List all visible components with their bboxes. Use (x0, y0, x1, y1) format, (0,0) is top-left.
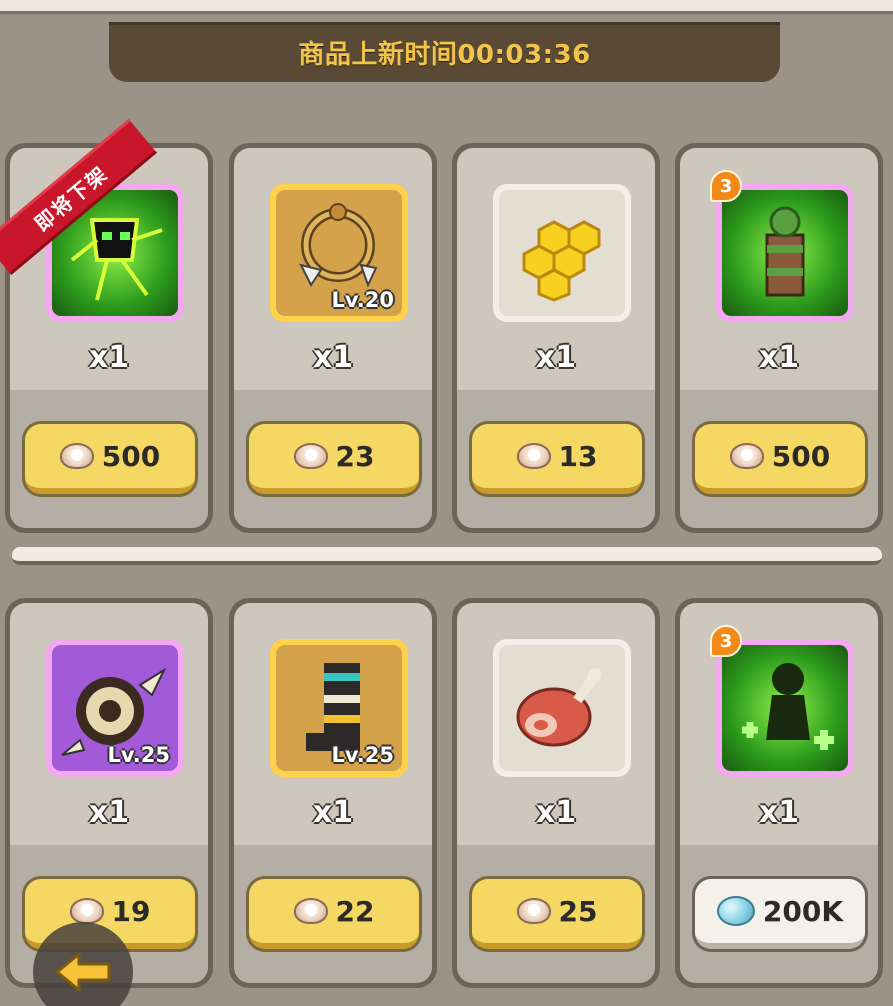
buy-button[interactable]: 500 (25, 424, 195, 494)
rank-badge: 3 (710, 625, 742, 657)
restock-timer-bar: 商品上新时间00:03:36 (109, 22, 780, 82)
shop-item-card-2[interactable]: Lv.20 x1 23 (229, 143, 437, 533)
shop-item-card-8[interactable]: x1 200K 3 (675, 598, 883, 988)
price-label: 22 (335, 894, 375, 928)
shop-item-card-4[interactable]: x1 500 3 (675, 143, 883, 533)
item-quantity: x1 (535, 795, 577, 830)
pearl-icon (516, 443, 551, 469)
gem-icon (716, 896, 755, 926)
shop-item-card-7[interactable]: x1 25 (452, 598, 660, 988)
item-quantity: x1 (758, 340, 800, 375)
rank-badge: 3 (710, 170, 742, 202)
item-icon-frame (493, 184, 631, 322)
price-label: 19 (111, 894, 151, 928)
item-level: Lv.25 (107, 743, 170, 767)
pearl-icon (516, 898, 551, 924)
price-label: 13 (558, 439, 598, 473)
item-quantity: x1 (88, 795, 130, 830)
pearl-icon (729, 443, 764, 469)
price-label: 200K (762, 894, 844, 928)
item-icon-frame: Lv.25 (46, 639, 184, 777)
item-quantity: x1 (312, 795, 354, 830)
item-icon-frame (716, 639, 854, 777)
item-quantity: x1 (758, 795, 800, 830)
item-level: Lv.25 (331, 743, 394, 767)
price-label: 23 (335, 439, 375, 473)
shop-item-card-6[interactable]: Lv.25 x1 22 (229, 598, 437, 988)
item-icon-frame: Lv.25 (270, 639, 408, 777)
price-label: 25 (558, 894, 598, 928)
striped-boots-icon: Lv.25 (276, 645, 402, 771)
buy-button[interactable]: 25 (472, 879, 642, 949)
forest-totem-skill-icon (722, 190, 848, 316)
item-quantity: x1 (312, 340, 354, 375)
heal-silhouette-skill-icon (722, 645, 848, 771)
shop-screen: 商品上新时间00:03:36 x1 500 即将下架 Lv.20 x1 23 x… (0, 0, 893, 1006)
buy-button[interactable]: 200K (695, 879, 865, 949)
shop-item-card-1[interactable]: x1 500 即将下架 (0, 119, 213, 533)
horned-ring-icon: Lv.25 (52, 645, 178, 771)
item-icon-frame: Lv.20 (270, 184, 408, 322)
pearl-icon (59, 443, 94, 469)
pearl-icon (293, 443, 328, 469)
shelf-divider (12, 547, 882, 565)
restock-timer-text: 商品上新时间00:03:36 (298, 39, 591, 70)
shop-item-card-3[interactable]: x1 13 (452, 143, 660, 533)
item-icon-frame (716, 184, 854, 322)
top-frame (0, 0, 893, 14)
buy-button[interactable]: 22 (249, 879, 419, 949)
honeycomb-icon (499, 190, 625, 316)
item-quantity: x1 (88, 340, 130, 375)
buy-button[interactable]: 23 (249, 424, 419, 494)
meat-drumstick-icon (499, 645, 625, 771)
back-arrow-icon (55, 952, 111, 992)
item-icon-frame (493, 639, 631, 777)
buy-button[interactable]: 500 (695, 424, 865, 494)
buy-button[interactable]: 13 (472, 424, 642, 494)
pearl-icon (69, 898, 104, 924)
item-quantity: x1 (535, 340, 577, 375)
item-level: Lv.20 (331, 288, 394, 312)
price-label: 500 (771, 439, 831, 473)
pearl-icon (293, 898, 328, 924)
claw-ring-icon: Lv.20 (276, 190, 402, 316)
price-label: 500 (101, 439, 161, 473)
